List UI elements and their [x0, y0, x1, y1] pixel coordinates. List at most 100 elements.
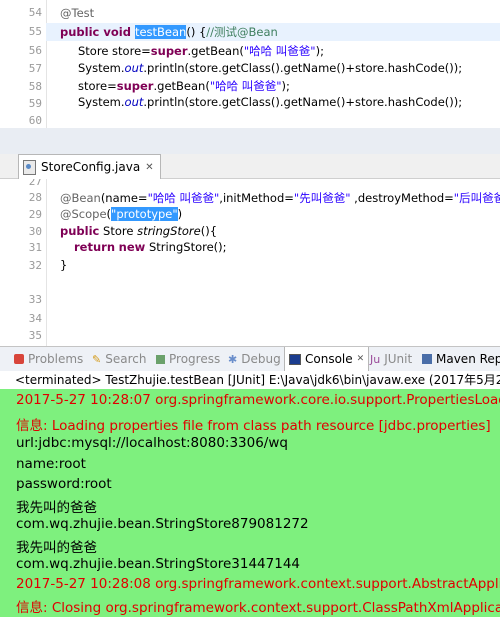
string-literal: "后叫爸爸"	[453, 191, 500, 205]
tab-progress[interactable]: Progress	[156, 347, 220, 371]
code-line: return new StringStore();	[74, 240, 227, 254]
tab-label: Maven Rep	[436, 352, 500, 366]
line-number: 33	[28, 293, 42, 306]
line-number: 60	[28, 114, 42, 127]
code-text: store=	[78, 79, 117, 93]
editor-top[interactable]: 54 55 56 57 58 59 60 @Test public void t…	[0, 0, 500, 128]
code-line: public Store stringStore(){	[60, 224, 217, 238]
selected-string: "prototype"	[111, 207, 178, 221]
line-number: 58	[28, 80, 42, 93]
code-line: }	[60, 258, 67, 272]
line-number: 34	[28, 312, 42, 325]
line-number: 27	[28, 179, 42, 188]
line-number: 29	[28, 208, 42, 221]
console-icon	[289, 353, 301, 365]
console-line: 信息: Closing org.springframework.context.…	[16, 600, 500, 616]
console-output[interactable]: 2017-5-27 10:28:07 org.springframework.c…	[0, 389, 500, 617]
code-line: public void testBean() {//测试@Bean	[60, 24, 278, 40]
tab-debug[interactable]: ✱ Debug	[228, 347, 281, 371]
console-line: 2017-5-27 10:28:07 org.springframework.c…	[16, 392, 500, 408]
debug-icon: ✱	[228, 352, 238, 366]
editor-tab-bar: StoreConfig.java ✕	[0, 154, 500, 179]
line-number: 30	[28, 225, 42, 238]
console-terminated-header: <terminated> TestZhujie.testBean [JUnit]…	[0, 371, 500, 389]
keyword: super	[150, 44, 188, 58]
junit-icon: Ju	[370, 352, 381, 366]
keyword: public	[60, 224, 100, 238]
keyword: return	[74, 240, 116, 254]
code-text: .getBean(	[153, 79, 210, 93]
console-line: com.wq.zhujie.bean.StringStore879081272	[16, 516, 309, 532]
close-icon[interactable]: ✕	[145, 162, 153, 173]
keyword: super	[116, 79, 154, 93]
code-text: ,initMethod=	[219, 191, 294, 205]
tab-console[interactable]: Console ✕	[284, 347, 370, 371]
close-icon[interactable]: ✕	[357, 354, 365, 364]
editor-storeconfig[interactable]: 27 28 29 30 31 32 33 34 35 @Bean(name="哈…	[0, 179, 500, 346]
search-icon: ✎	[92, 352, 102, 366]
code-text: .println(store.getClass().getName()+stor…	[143, 95, 463, 109]
code-text: System.	[78, 61, 125, 75]
code-text: System.	[78, 95, 125, 109]
code-line: store=super.getBean("哈哈 叫爸爸");	[78, 78, 290, 94]
problems-icon	[14, 354, 24, 364]
console-line: 信息: Loading properties file from class p…	[16, 418, 491, 434]
console-line: name:root	[16, 456, 86, 472]
tab-label: JUnit	[384, 352, 413, 366]
maven-icon	[422, 354, 432, 364]
code-line: @Scope("prototype")	[60, 207, 182, 221]
annotation: @Test	[60, 6, 95, 20]
code-text: Store store=	[78, 44, 151, 58]
code-text: );	[281, 79, 290, 93]
line-number: 31	[28, 241, 42, 254]
code-text: .println(store.getClass().getName()+stor…	[143, 61, 463, 75]
console-view-tabs: Problems ✎ Search Progress ✱ Debug Console…	[0, 346, 500, 372]
console-line: 我先叫的爸爸	[16, 500, 97, 516]
code-text: );	[315, 44, 324, 58]
code-text: () {	[186, 25, 207, 39]
string-literal: "哈哈 叫爸爸"	[147, 191, 220, 205]
tab-label: Debug	[241, 352, 281, 366]
code-text: )	[177, 207, 183, 221]
code-text: StringStore();	[145, 240, 227, 254]
console-line: 2017-5-27 10:28:08 org.springframework.c…	[16, 576, 500, 592]
java-file-icon	[23, 159, 36, 175]
code-text: }	[60, 258, 68, 272]
line-number: 56	[28, 44, 42, 57]
tab-label: StoreConfig.java	[41, 160, 141, 174]
line-number: 32	[28, 259, 42, 272]
tab-problems[interactable]: Problems	[14, 347, 83, 371]
comment: //测试@Bean	[206, 25, 278, 39]
method-name: stringStore	[137, 224, 201, 238]
tab-search[interactable]: ✎ Search	[92, 347, 146, 371]
annotation: @Bean	[60, 191, 101, 205]
tab-junit[interactable]: Ju JUnit	[370, 347, 412, 371]
progress-icon	[156, 354, 165, 364]
tab-maven-repositories[interactable]: Maven Rep	[422, 347, 500, 371]
line-number: 57	[28, 62, 42, 75]
annotation: @Scope	[60, 207, 107, 221]
line-number: 59	[28, 97, 42, 110]
string-literal: "先叫爸爸"	[293, 191, 351, 205]
console-line: url:jdbc:mysql://localhost:8080:3306/wq	[16, 435, 288, 451]
static-field: out	[124, 61, 144, 75]
code-text: (name=	[100, 191, 148, 205]
code-line: System.out.println(store.getClass().getN…	[78, 95, 462, 109]
line-number: 55	[28, 25, 42, 38]
console-line: 我先叫的爸爸	[16, 540, 97, 556]
tab-storeconfig-java[interactable]: StoreConfig.java ✕	[18, 154, 161, 179]
editor-divider	[0, 128, 500, 154]
line-number: 54	[28, 6, 42, 19]
keyword: public void	[60, 25, 135, 39]
code-text: .getBean(	[187, 44, 244, 58]
keyword: new	[118, 240, 146, 254]
tab-label: Console	[305, 352, 353, 366]
string-literal: "哈哈 叫爸爸"	[243, 44, 316, 58]
static-field: out	[124, 95, 144, 109]
code-text: Store	[99, 224, 138, 238]
code-line: @Test	[60, 6, 94, 20]
string-literal: "哈哈 叫爸爸"	[209, 79, 282, 93]
console-line: com.wq.zhujie.bean.StringStore31447144	[16, 556, 301, 572]
line-number: 28	[28, 191, 42, 204]
code-text: ,destroyMethod=	[350, 191, 454, 205]
